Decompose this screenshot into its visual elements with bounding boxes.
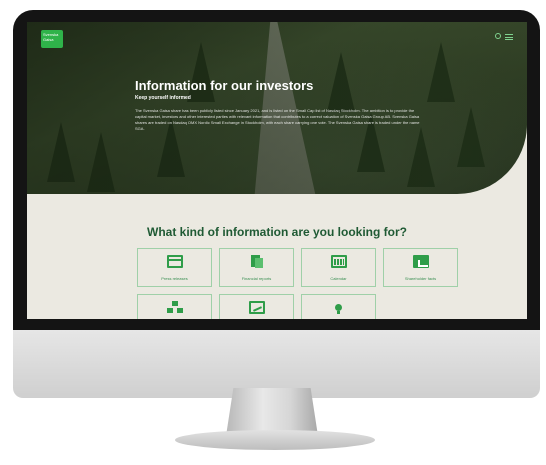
tile-organization[interactable]	[137, 294, 212, 319]
monitor-stand	[226, 388, 318, 436]
tile-press-releases[interactable]: Press releases	[137, 248, 212, 287]
tile-ideas[interactable]	[301, 294, 376, 319]
organization-icon	[167, 301, 183, 314]
company-logo[interactable]: Svenska Gaisa	[41, 30, 63, 48]
financial-reports-icon	[249, 255, 265, 268]
monitor: Svenska Gaisa Information for our invest…	[13, 10, 540, 398]
hero-title: Information for our investors	[135, 78, 314, 93]
tile-label: Calendar	[330, 276, 347, 281]
tile-calendar[interactable]: Calendar	[301, 248, 376, 287]
shareholder-chart-icon	[413, 255, 429, 268]
calendar-icon	[331, 255, 347, 268]
tile-label: Press releases	[161, 276, 188, 281]
menu-icon[interactable]	[505, 34, 513, 40]
screen: Svenska Gaisa Information for our invest…	[27, 22, 527, 319]
idea-icon	[331, 301, 347, 314]
monitor-base	[175, 430, 375, 450]
section-title: What kind of information are you looking…	[147, 225, 407, 239]
hero-body-text: The Svenska Gaisa share has been publicl…	[135, 108, 420, 131]
monitor-chin	[13, 330, 540, 398]
tile-financial-reports[interactable]: Financial reports	[219, 248, 294, 287]
tile-presentations[interactable]	[219, 294, 294, 319]
tile-label: Shareholder facts	[404, 276, 437, 281]
monitor-bezel: Svenska Gaisa Information for our invest…	[13, 10, 540, 330]
press-releases-icon	[167, 255, 183, 268]
tile-shareholder-facts[interactable]: Shareholder facts	[383, 248, 458, 287]
tile-label: Financial reports	[241, 276, 272, 281]
hero-subtitle: Keep yourself informed	[135, 95, 191, 101]
presentation-chart-icon	[249, 301, 265, 314]
search-icon[interactable]	[495, 33, 501, 39]
hero-banner: Svenska Gaisa Information for our invest…	[27, 22, 527, 194]
